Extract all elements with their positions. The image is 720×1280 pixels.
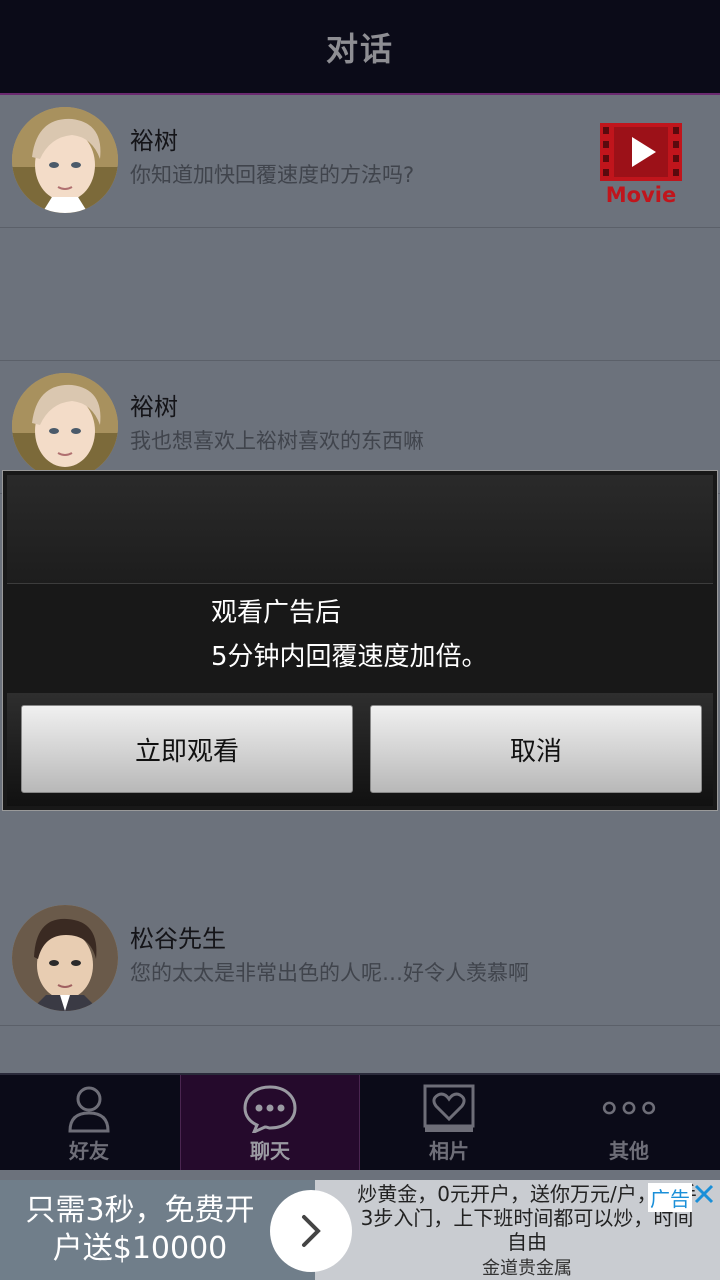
movie-badge[interactable]: Movie xyxy=(600,123,682,207)
avatar xyxy=(12,107,118,213)
cancel-button[interactable]: 取消 xyxy=(370,705,702,793)
tab-label: 好友 xyxy=(69,1139,109,1163)
dialog-title-area xyxy=(7,475,713,584)
tab-photos[interactable]: 相片 xyxy=(360,1075,538,1170)
tab-more[interactable]: 其他 xyxy=(540,1075,718,1170)
avatar xyxy=(12,905,118,1011)
dialog-message: 观看广告后 5分钟内回覆速度加倍。 xyxy=(211,591,488,679)
ad-headline-line-1: 只需3秒，免费开 xyxy=(25,1193,255,1228)
bottom-tab-bar: 好友 聊天 相片 其他 xyxy=(0,1073,720,1170)
tab-label: 聊天 xyxy=(250,1139,290,1163)
ad-headline: 只需3秒，免费开 户送$10000 xyxy=(10,1192,270,1268)
person-icon xyxy=(59,1083,119,1133)
contact-name: 裕树 xyxy=(130,127,178,155)
message-preview: 您的太太是非常出色的人呢…好令人羡慕啊 xyxy=(130,961,529,985)
conversation-row[interactable]: 松谷先生 您的太太是非常出色的人呢…好令人羡慕啊 xyxy=(0,893,720,1026)
tab-label: 相片 xyxy=(429,1139,469,1163)
list-spacer xyxy=(0,228,720,361)
message-preview: 我也想喜欢上裕树喜欢的东西嘛 xyxy=(130,429,424,453)
avatar xyxy=(12,373,118,479)
ad-sponsor: 金道贵金属 xyxy=(482,1258,572,1279)
dialog-line-2: 5分钟内回覆速度加倍。 xyxy=(211,642,488,672)
conversation-row[interactable]: 裕树 你知道加快回覆速度的方法吗? Movie xyxy=(0,95,720,228)
ad-headline-line-2: 户送$10000 xyxy=(52,1231,228,1266)
dialog-button-bar: 立即观看 取消 xyxy=(7,693,713,806)
more-dots-icon xyxy=(599,1083,659,1133)
dialog-line-1: 观看广告后 xyxy=(211,598,342,628)
contact-name: 松谷先生 xyxy=(130,925,226,953)
tab-label: 其他 xyxy=(609,1139,649,1163)
ad-label: 广告 xyxy=(648,1183,692,1212)
page-title: 对话 xyxy=(325,29,394,68)
top-header: 对话 xyxy=(0,0,720,95)
heart-photo-icon xyxy=(419,1083,479,1133)
movie-label: Movie xyxy=(605,183,677,207)
ad-banner[interactable]: 只需3秒，免费开 户送$10000 炒黄金，0元开户，送你万元/户，新手3步入门… xyxy=(0,1180,720,1280)
chat-bubble-icon xyxy=(240,1083,300,1133)
film-icon xyxy=(600,123,682,181)
ad-headline-block: 只需3秒，免费开 户送$10000 xyxy=(0,1180,315,1280)
close-icon[interactable] xyxy=(692,1182,716,1206)
watch-now-button[interactable]: 立即观看 xyxy=(21,705,353,793)
contact-name: 裕树 xyxy=(130,393,178,421)
tab-friends[interactable]: 好友 xyxy=(0,1075,178,1170)
watch-ad-dialog: 观看广告后 5分钟内回覆速度加倍。 立即观看 取消 xyxy=(2,470,718,811)
ad-arrow-button[interactable] xyxy=(270,1190,352,1272)
tab-chat[interactable]: 聊天 xyxy=(180,1075,360,1170)
message-preview: 你知道加快回覆速度的方法吗? xyxy=(130,163,415,187)
chevron-right-icon xyxy=(302,1215,321,1247)
